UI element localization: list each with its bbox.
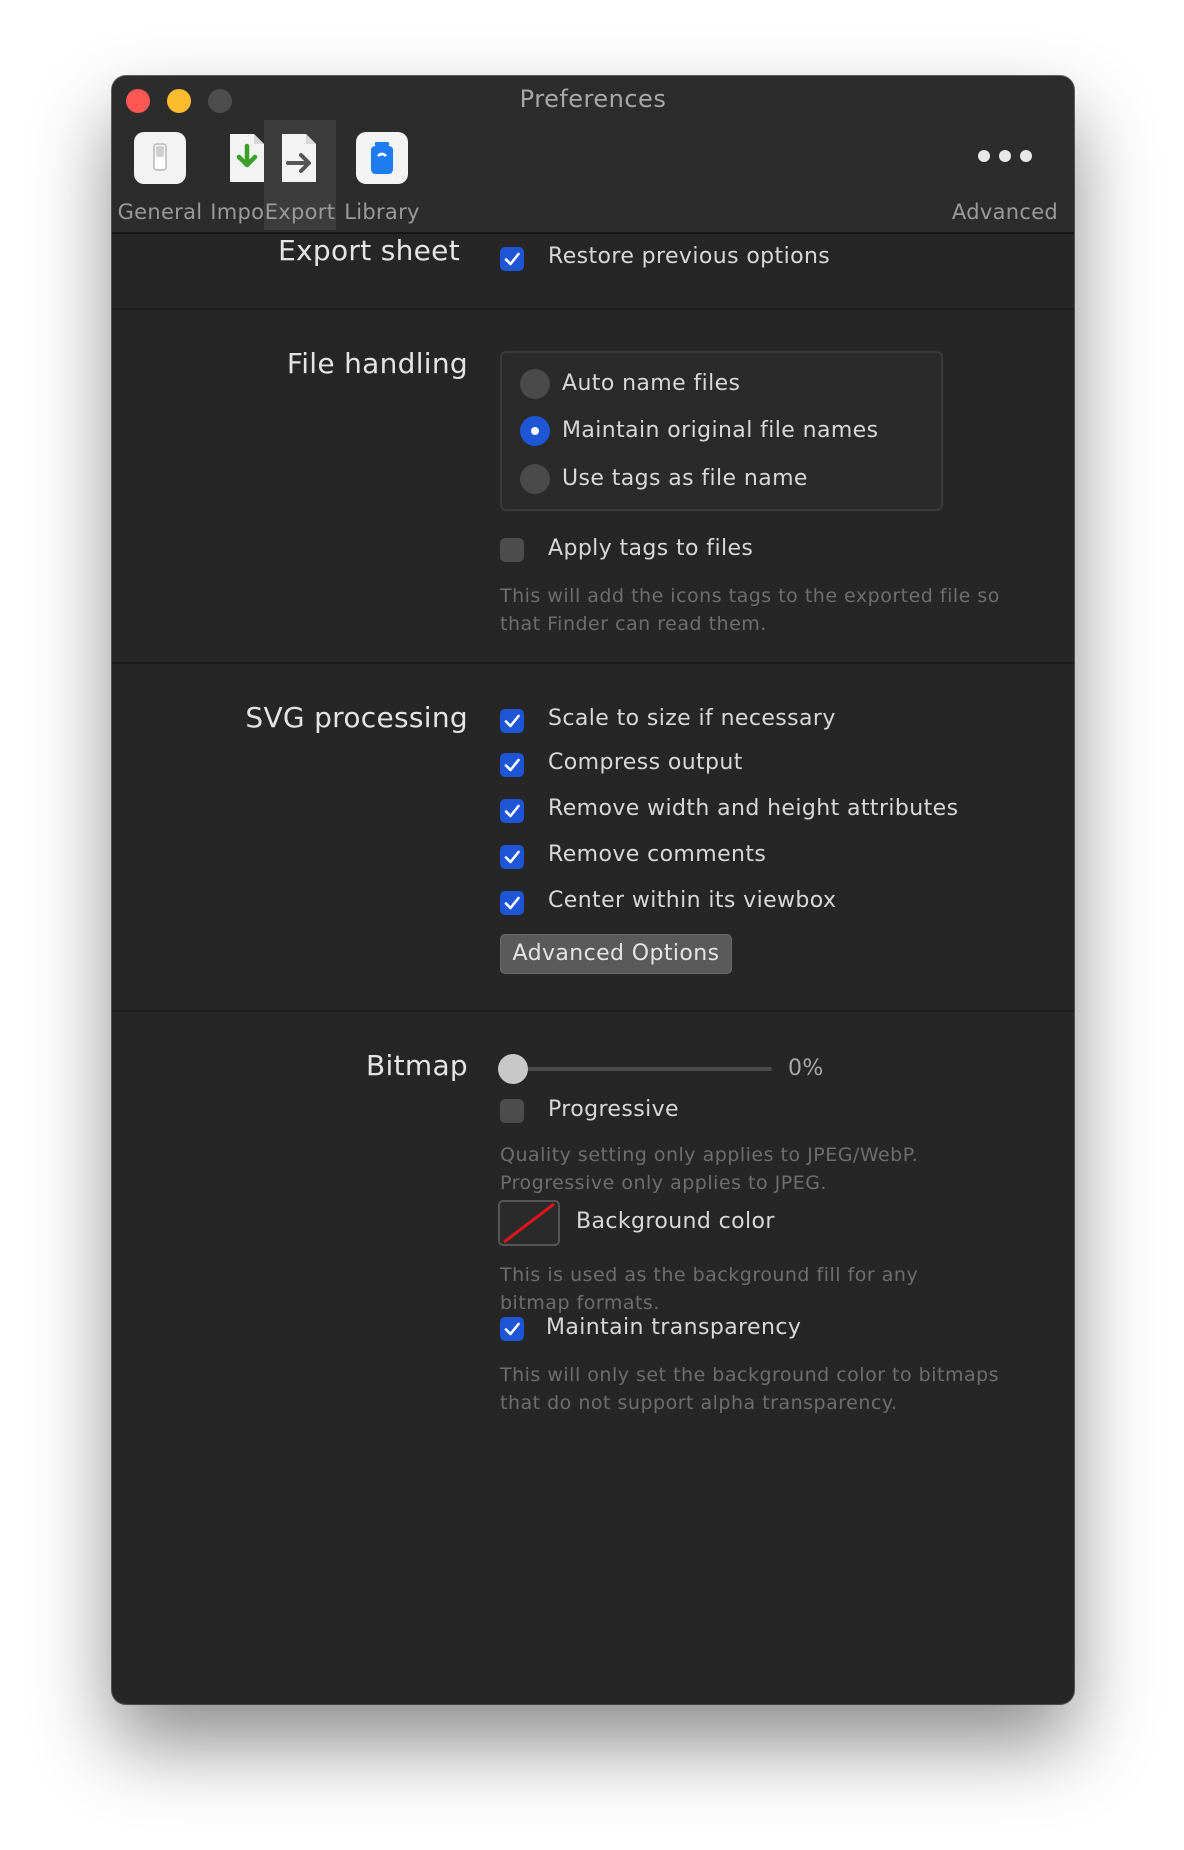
advanced-options-button[interactable]: Advanced Options — [500, 934, 732, 974]
remove-comments-checkbox[interactable] — [500, 845, 524, 869]
tab-library[interactable]: Library — [340, 120, 424, 230]
center-viewbox-label[interactable]: Center within its viewbox — [548, 888, 836, 913]
hint-line: bitmap formats. — [500, 1292, 660, 1314]
progressive-label[interactable]: Progressive — [548, 1097, 679, 1122]
radio-auto-name[interactable] — [520, 369, 550, 399]
switch-icon — [134, 132, 186, 184]
section-divider — [112, 308, 1074, 310]
tab-export-label: Export — [264, 200, 336, 224]
tab-advanced[interactable]: Advanced — [950, 120, 1060, 230]
background-color-hint: This is used as the background fill for … — [500, 1261, 918, 1317]
file-naming-radio-group: Auto name files Maintain original file n… — [500, 351, 943, 511]
hint-line: This is used as the background fill for … — [500, 1264, 919, 1286]
export-sheet-title: Export sheet — [278, 234, 460, 267]
apply-tags-checkbox[interactable] — [500, 538, 524, 562]
progressive-checkbox[interactable] — [500, 1099, 524, 1123]
scale-to-size-label[interactable]: Scale to size if necessary — [548, 706, 836, 731]
scale-to-size-checkbox[interactable] — [500, 709, 524, 733]
hint-line: This will only set the background color … — [500, 1364, 1000, 1386]
transparency-hint: This will only set the background color … — [500, 1361, 999, 1417]
hint-line: that do not support alpha transparency. — [500, 1392, 898, 1414]
more-dots-icon — [978, 150, 1032, 162]
radio-maintain-names[interactable] — [520, 416, 550, 446]
quality-hint: Quality setting only applies to JPEG/Web… — [500, 1141, 918, 1197]
apply-tags-hint: This will add the icons tags to the expo… — [500, 582, 1000, 638]
maintain-transparency-checkbox[interactable] — [500, 1317, 524, 1341]
restore-options-label[interactable]: Restore previous options — [548, 244, 830, 269]
tab-library-label: Library — [344, 200, 420, 224]
hint-line: This will add the icons tags to the expo… — [500, 585, 1000, 607]
background-color-well[interactable] — [498, 1200, 560, 1246]
center-viewbox-checkbox[interactable] — [500, 891, 524, 915]
hint-line: that Finder can read them. — [500, 613, 767, 635]
compress-output-checkbox[interactable] — [500, 753, 524, 777]
apply-tags-label[interactable]: Apply tags to files — [548, 536, 753, 561]
section-divider — [112, 1010, 1074, 1012]
restore-options-checkbox[interactable] — [500, 247, 524, 271]
maintain-transparency-label[interactable]: Maintain transparency — [546, 1315, 801, 1340]
section-divider — [112, 662, 1074, 664]
tab-general[interactable]: General — [114, 120, 206, 230]
quality-value: 0% — [788, 1056, 824, 1081]
file-handling-title: File handling — [286, 347, 468, 380]
no-color-slash-icon — [503, 1202, 555, 1244]
compress-output-label[interactable]: Compress output — [548, 750, 743, 775]
background-color-label[interactable]: Background color — [576, 1209, 775, 1234]
bitmap-title: Bitmap — [366, 1049, 468, 1082]
tab-export[interactable]: Export — [264, 120, 336, 230]
tab-general-label: General — [117, 200, 203, 224]
radio-tags-name[interactable] — [520, 464, 550, 494]
remove-dimensions-label[interactable]: Remove width and height attributes — [548, 796, 958, 821]
preferences-window: Preferences General Import Export Librar… — [112, 76, 1074, 1704]
tab-advanced-label: Advanced — [951, 200, 1059, 224]
hint-line: Quality setting only applies to JPEG/Web… — [500, 1144, 919, 1166]
radio-auto-name-label[interactable]: Auto name files — [562, 371, 740, 396]
jar-icon — [356, 132, 408, 184]
title-bar: Preferences General Import Export Librar… — [112, 76, 1074, 234]
hint-line: Progressive only applies to JPEG. — [500, 1172, 827, 1194]
window-title: Preferences — [519, 85, 667, 113]
remove-dimensions-checkbox[interactable] — [500, 799, 524, 823]
remove-comments-label[interactable]: Remove comments — [548, 842, 766, 867]
export-arrow-icon — [274, 132, 326, 184]
quality-slider-knob[interactable] — [498, 1054, 528, 1084]
quality-slider-track[interactable] — [500, 1067, 772, 1071]
radio-tags-name-label[interactable]: Use tags as file name — [562, 466, 808, 491]
svg-processing-title: SVG processing — [245, 701, 468, 734]
radio-maintain-names-label[interactable]: Maintain original file names — [562, 418, 878, 443]
